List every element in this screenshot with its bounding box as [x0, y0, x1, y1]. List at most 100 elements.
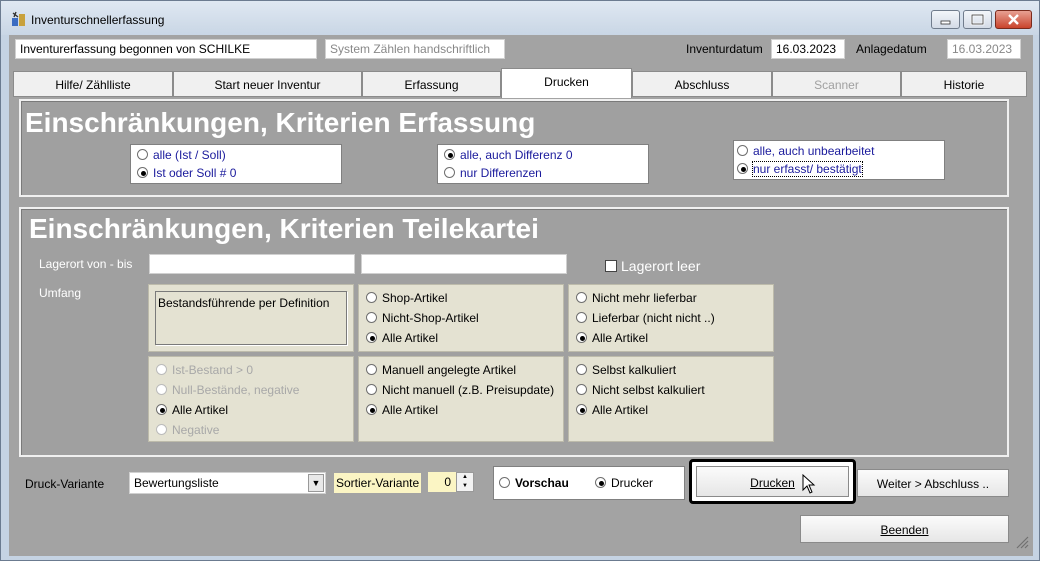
inventurdatum-label: Inventurdatum — [686, 42, 763, 56]
radio-negative[interactable]: Negative — [156, 423, 219, 439]
ausgabe-radio-group: Vorschau Drucker — [493, 466, 685, 500]
radio-nur-erfasst[interactable]: nur erfasst/ bestätigt — [737, 161, 863, 178]
stepper-up-icon[interactable]: ▲ — [457, 473, 473, 482]
radio-null-bestaende[interactable]: Null-Bestände, negative — [156, 383, 299, 399]
weiter-abschluss-button[interactable]: Weiter > Abschluss .. — [857, 469, 1009, 497]
radio-button[interactable] — [576, 384, 587, 395]
radio-alle-unbearbeitet[interactable]: alle, auch unbearbeitet — [737, 144, 874, 160]
radio-label: Alle Artikel — [382, 403, 439, 417]
radio-nur-differenzen[interactable]: nur Differenzen — [444, 166, 542, 182]
radio-button[interactable] — [366, 404, 377, 415]
radio-label: Ist-Bestand > 0 — [172, 363, 254, 377]
resize-grip-icon[interactable] — [1013, 533, 1029, 549]
radio-label: alle (Ist / Soll) — [153, 148, 226, 162]
mouse-cursor-icon — [802, 474, 816, 494]
anlagedatum-field[interactable]: 16.03.2023 — [947, 39, 1021, 59]
radio-label: nur erfasst/ bestätigt — [752, 161, 863, 177]
radio-manuell-angelegt[interactable]: Manuell angelegte Artikel — [366, 363, 516, 379]
minimize-button[interactable] — [931, 10, 960, 29]
radio-button[interactable] — [576, 332, 587, 343]
title-bar: Inventurschnellerfassung — [1, 1, 1039, 35]
radio-lieferbar-alle[interactable]: Alle Artikel — [576, 331, 648, 347]
radio-lieferbar[interactable]: Lieferbar (nicht nicht ..) — [576, 311, 715, 327]
lagerort-von-input[interactable] — [149, 254, 355, 274]
radio-button[interactable] — [576, 312, 587, 323]
radio-label: nur Differenzen — [460, 166, 542, 180]
inventurdatum-field[interactable]: 16.03.2023 — [771, 39, 845, 59]
tab-scanner[interactable]: Scanner — [772, 71, 901, 97]
radio-ist-bestand[interactable]: Ist-Bestand > 0 — [156, 363, 253, 379]
radio-selbst-kalkuliert[interactable]: Selbst kalkuliert — [576, 363, 676, 379]
tab-erfassung[interactable]: Erfassung — [362, 71, 501, 97]
radio-button[interactable] — [366, 332, 377, 343]
radio-bestand-alle[interactable]: Alle Artikel — [156, 403, 228, 419]
sortier-stepper[interactable]: ▲ ▼ — [456, 472, 474, 492]
kalkuliert-radio-group: Selbst kalkuliert Nicht selbst kalkulier… — [568, 356, 774, 442]
radio-button[interactable] — [444, 149, 455, 160]
bestand-definition-frame: Bestandsführende per Definition — [155, 291, 347, 345]
radio-label: Ist oder Soll # 0 — [153, 166, 237, 180]
tab-historie[interactable]: Historie — [901, 71, 1027, 97]
tab-drucken[interactable]: Drucken — [501, 68, 632, 98]
checkbox-box[interactable] — [605, 260, 617, 272]
radio-button[interactable] — [156, 424, 167, 435]
system-hint-field[interactable]: System Zählen handschriftlich — [325, 39, 505, 59]
radio-button[interactable] — [156, 364, 167, 375]
radio-kalkuliert-alle[interactable]: Alle Artikel — [576, 403, 648, 419]
radio-button[interactable] — [737, 145, 748, 156]
radio-label: Nicht mehr lieferbar — [592, 291, 697, 305]
lagerort-leer-checkbox[interactable]: Lagerort leer — [605, 258, 700, 274]
drucken-button[interactable]: Drucken — [696, 466, 849, 497]
radio-label: Nicht selbst kalkuliert — [592, 383, 705, 397]
radio-label: Null-Bestände, negative — [172, 383, 300, 397]
radio-drucker[interactable]: Drucker — [595, 476, 653, 492]
radio-button[interactable] — [137, 167, 148, 178]
radio-button[interactable] — [444, 167, 455, 178]
radio-button[interactable] — [366, 364, 377, 375]
radio-nicht-manuell[interactable]: Nicht manuell (z.B. Preisupdate) — [366, 383, 554, 399]
radio-button[interactable] — [366, 312, 377, 323]
shop-radio-group: Shop-Artikel Nicht-Shop-Artikel Alle Art… — [358, 284, 564, 352]
radio-button[interactable] — [366, 292, 377, 303]
radio-button[interactable] — [156, 404, 167, 415]
radio-label: alle, auch Differenz 0 — [460, 148, 573, 162]
druck-variante-select[interactable]: Bewertungsliste ▼ — [129, 472, 326, 494]
dropdown-arrow-icon[interactable]: ▼ — [308, 474, 324, 492]
radio-manuell-alle[interactable]: Alle Artikel — [366, 403, 438, 419]
tab-start-neuer-inventur[interactable]: Start neuer Inventur — [173, 71, 362, 97]
radio-shop-alle[interactable]: Alle Artikel — [366, 331, 438, 347]
bestand-definition-text: Bestandsführende per Definition — [158, 296, 330, 310]
radio-button[interactable] — [737, 163, 748, 174]
ist-soll-radio-group: alle (Ist / Soll) Ist oder Soll # 0 — [130, 144, 342, 184]
beenden-button[interactable]: Beenden — [800, 515, 1009, 543]
lagerort-bis-input[interactable] — [361, 254, 567, 274]
radio-button[interactable] — [499, 477, 510, 488]
close-icon — [1008, 14, 1019, 25]
radio-button[interactable] — [156, 384, 167, 395]
radio-button[interactable] — [576, 404, 587, 415]
radio-label: alle, auch unbearbeitet — [753, 144, 875, 158]
close-button[interactable] — [995, 10, 1032, 29]
radio-alle-ist-soll[interactable]: alle (Ist / Soll) — [137, 148, 226, 164]
druck-variante-label: Druck-Variante — [25, 477, 105, 491]
radio-button[interactable] — [576, 364, 587, 375]
radio-vorschau[interactable]: Vorschau — [499, 476, 569, 492]
tab-hilfe[interactable]: Hilfe/ Zählliste — [13, 71, 173, 97]
radio-alle-differenz[interactable]: alle, auch Differenz 0 — [444, 148, 573, 164]
radio-button[interactable] — [595, 477, 606, 488]
stepper-down-icon[interactable]: ▼ — [457, 482, 473, 491]
radio-shop-artikel[interactable]: Shop-Artikel — [366, 291, 447, 307]
sortier-variante-input[interactable]: 0 — [428, 472, 456, 492]
tab-abschluss[interactable]: Abschluss — [632, 71, 772, 97]
radio-button[interactable] — [137, 149, 148, 160]
radio-nicht-selbst-kalkuliert[interactable]: Nicht selbst kalkuliert — [576, 383, 705, 399]
started-by-field[interactable]: Inventurerfassung begonnen von SCHILKE — [15, 39, 317, 59]
radio-nicht-mehr-lieferbar[interactable]: Nicht mehr lieferbar — [576, 291, 697, 307]
window-title: Inventurschnellerfassung — [31, 13, 165, 27]
sortier-variante-value: 0 — [444, 475, 451, 489]
radio-ist-oder-soll[interactable]: Ist oder Soll # 0 — [137, 166, 236, 182]
radio-button[interactable] — [366, 384, 377, 395]
radio-nicht-shop-artikel[interactable]: Nicht-Shop-Artikel — [366, 311, 479, 327]
radio-button[interactable] — [576, 292, 587, 303]
maximize-button[interactable] — [963, 10, 992, 29]
